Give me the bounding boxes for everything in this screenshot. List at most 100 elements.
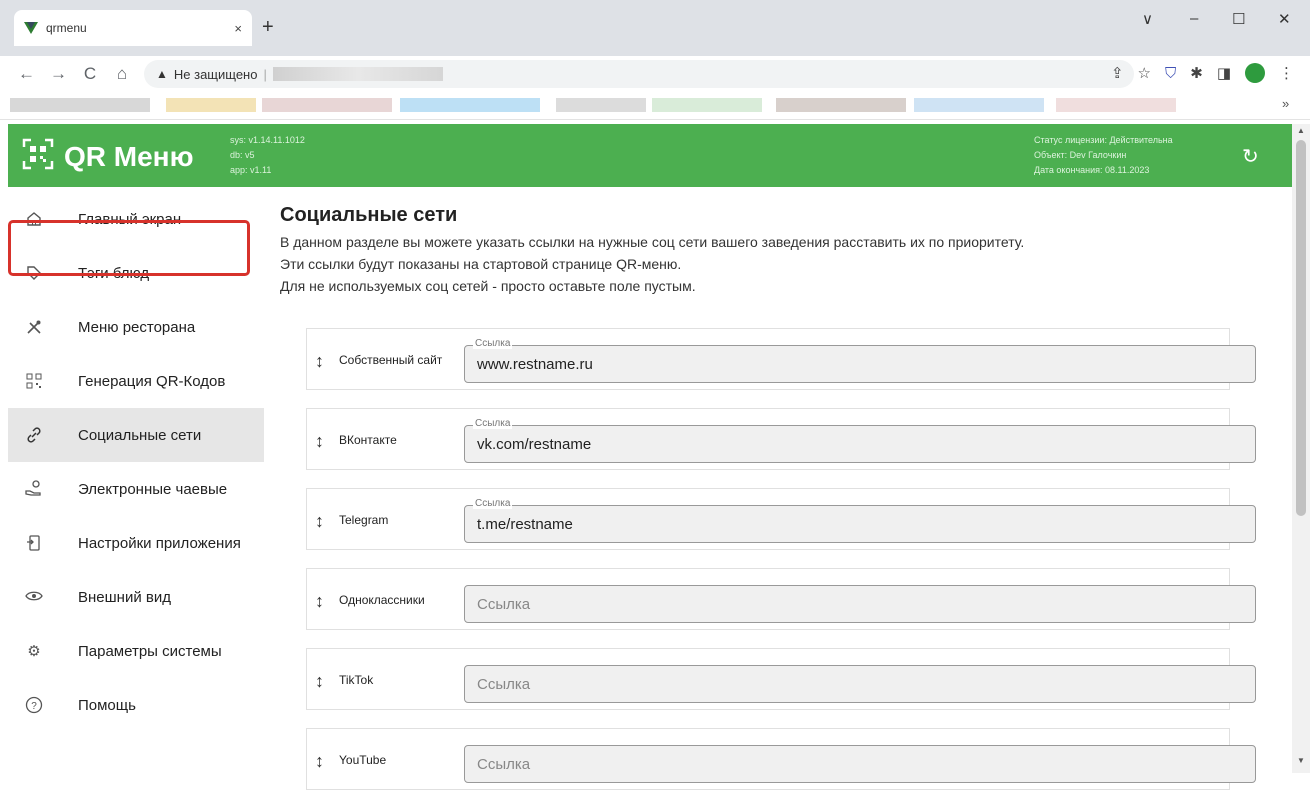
bookmark-item[interactable] [914, 98, 1044, 112]
sidepanel-icon[interactable]: ◨ [1217, 64, 1231, 82]
drag-handle-icon[interactable]: ↕ [315, 671, 324, 692]
address-bar[interactable]: ▲ Не защищено | [144, 60, 1134, 88]
link-value[interactable]: vk.com/restname [477, 436, 591, 453]
license-status: Статус лицензии: Действительна [1034, 135, 1173, 145]
drag-handle-icon[interactable]: ↕ [315, 511, 324, 532]
version-sys: sys: v1.14.11.1012 [230, 135, 305, 145]
browser-action-icons: ⇪ ☆ ⛉ ✱ ◨ ⋮ [1111, 63, 1294, 83]
puzzle-icon[interactable]: ✱ [1190, 64, 1203, 82]
link-placeholder: Ссылка [477, 596, 531, 613]
scrollbar-thumb[interactable] [1296, 140, 1306, 516]
social-card-youtube: ↕ YouTube Ссылка [306, 728, 1256, 790]
social-card-vk: ↕ ВКонтакте Ссылка vk.com/restname [306, 408, 1256, 470]
page-title: Социальные сети [280, 204, 458, 226]
browser-toolbar: ← → C ⌂ ▲ Не защищено | ⇪ ☆ ⛉ ✱ ◨ ⋮ [0, 56, 1310, 92]
close-window-button[interactable]: ✕ [1278, 10, 1291, 28]
license-expiry: Дата окончания: 08.11.2023 [1034, 165, 1150, 175]
sidebar-item-system[interactable]: ⚙ Параметры системы [8, 624, 264, 678]
sidebar-item-label: Генерация QR-Кодов [78, 372, 226, 390]
back-icon[interactable]: ← [18, 64, 35, 84]
tab-search-button[interactable]: ∨ [1142, 10, 1153, 28]
field-label: Ссылка [473, 338, 513, 349]
link-input[interactable]: Ссылка [464, 665, 1256, 703]
qr-icon [24, 371, 44, 391]
link-input[interactable]: Ссылка [464, 745, 1256, 783]
social-name: Собственный сайт [339, 353, 443, 367]
link-icon [24, 425, 44, 445]
link-placeholder: Ссылка [477, 676, 531, 693]
sidebar-item-tips[interactable]: Электронные чаевые [8, 462, 264, 516]
maximize-button[interactable]: ☐ [1232, 10, 1245, 28]
link-placeholder: Ссылка [477, 756, 531, 773]
tips-icon [24, 479, 44, 499]
menu-icon[interactable]: ⋮ [1279, 64, 1294, 82]
browser-tab[interactable]: qrmenu × [14, 10, 252, 46]
sidebar-item-appearance[interactable]: Внешний вид [8, 570, 264, 624]
license-info: Статус лицензии: Действительна Объект: D… [1034, 133, 1173, 178]
forward-icon[interactable]: → [50, 64, 67, 84]
sidebar-item-menu[interactable]: Меню ресторана [8, 300, 264, 354]
bookmark-item[interactable] [166, 98, 256, 112]
drag-handle-icon[interactable]: ↕ [315, 751, 324, 772]
license-object: Объект: Dev Галочкин [1034, 150, 1127, 160]
drag-handle-icon[interactable]: ↕ [315, 431, 324, 452]
social-name: YouTube [339, 753, 387, 767]
drag-handle-icon[interactable]: ↕ [315, 591, 324, 612]
new-tab-button[interactable]: + [262, 16, 274, 39]
sidebar-item-help[interactable]: ? Помощь [8, 678, 264, 732]
link-input[interactable]: Ссылка vk.com/restname [464, 418, 1256, 463]
browser-titlebar: qrmenu × + ∨ – ☐ ✕ [0, 0, 1310, 56]
security-label: Не защищено [173, 66, 258, 82]
more-bookmarks-button[interactable]: » [1282, 96, 1289, 111]
description-line: Для не используемых соц сетей - просто о… [280, 278, 696, 294]
sidebar-item-app-settings[interactable]: Настройки приложения [8, 516, 264, 570]
bookmark-item[interactable] [10, 98, 150, 112]
extension-icon[interactable]: ⛉ [1165, 65, 1176, 82]
social-card-ok: ↕ Одноклассники Ссылка [306, 568, 1256, 630]
page-scrollbar[interactable]: ▲ ▼ [1292, 124, 1310, 773]
sidebar-item-qr[interactable]: Генерация QR-Кодов [8, 354, 264, 408]
reload-icon[interactable]: C [82, 64, 98, 84]
link-value[interactable]: www.restname.ru [477, 356, 593, 373]
phone-settings-icon [24, 533, 44, 553]
link-input[interactable]: Ссылка t.me/restname [464, 498, 1256, 543]
version-app: app: v1.11 [230, 165, 272, 175]
bookmark-item[interactable] [652, 98, 762, 112]
share-icon[interactable]: ⇪ [1111, 64, 1124, 82]
bookmark-item[interactable] [1056, 98, 1176, 112]
home-browser-icon[interactable]: ⌂ [114, 64, 130, 84]
link-input[interactable]: Ссылка www.restname.ru [464, 338, 1256, 383]
social-name: Одноклассники [339, 593, 425, 607]
bookmark-item[interactable] [400, 98, 540, 112]
minimize-button[interactable]: – [1190, 10, 1198, 27]
bookmarks-bar: » [0, 92, 1310, 120]
scroll-up-icon[interactable]: ▲ [1297, 126, 1305, 135]
app-logo-text: QR Меню [64, 141, 194, 172]
tab-title: qrmenu [46, 21, 87, 35]
sidebar-item-label: Внешний вид [78, 588, 171, 606]
version-info: sys: v1.14.11.1012 db: v5 app: v1.11 [230, 133, 305, 178]
bookmark-item[interactable] [262, 98, 392, 112]
sidebar-item-social[interactable]: Социальные сети [8, 408, 264, 462]
drag-handle-icon[interactable]: ↕ [315, 351, 324, 372]
bookmark-item[interactable] [556, 98, 646, 112]
bookmark-star-icon[interactable]: ☆ [1138, 64, 1151, 82]
sidebar-item-label: Социальные сети [78, 426, 202, 444]
scroll-down-icon[interactable]: ▼ [1297, 756, 1305, 765]
link-input[interactable]: Ссылка [464, 585, 1256, 623]
link-value[interactable]: t.me/restname [477, 516, 573, 533]
refresh-icon[interactable]: ↻ [1242, 144, 1259, 169]
profile-avatar[interactable] [1245, 63, 1265, 83]
sidebar-item-label: Помощь [78, 696, 136, 714]
vue-logo-icon [24, 22, 38, 34]
sidebar-item-label: Электронные чаевые [78, 480, 228, 498]
field-label: Ссылка [473, 498, 513, 509]
svg-text:?: ? [31, 701, 37, 712]
page-description: В данном разделе вы можете указать ссылк… [280, 231, 1290, 297]
tab-close-button[interactable]: × [234, 21, 242, 36]
url-separator: | [263, 66, 267, 82]
warning-icon: ▲ [156, 67, 168, 81]
sidebar-item-label: Настройки приложения [78, 534, 241, 552]
bookmark-item[interactable] [776, 98, 906, 112]
sidebar: Главный экран Тэги блюд Меню ресторана Г… [8, 192, 264, 773]
